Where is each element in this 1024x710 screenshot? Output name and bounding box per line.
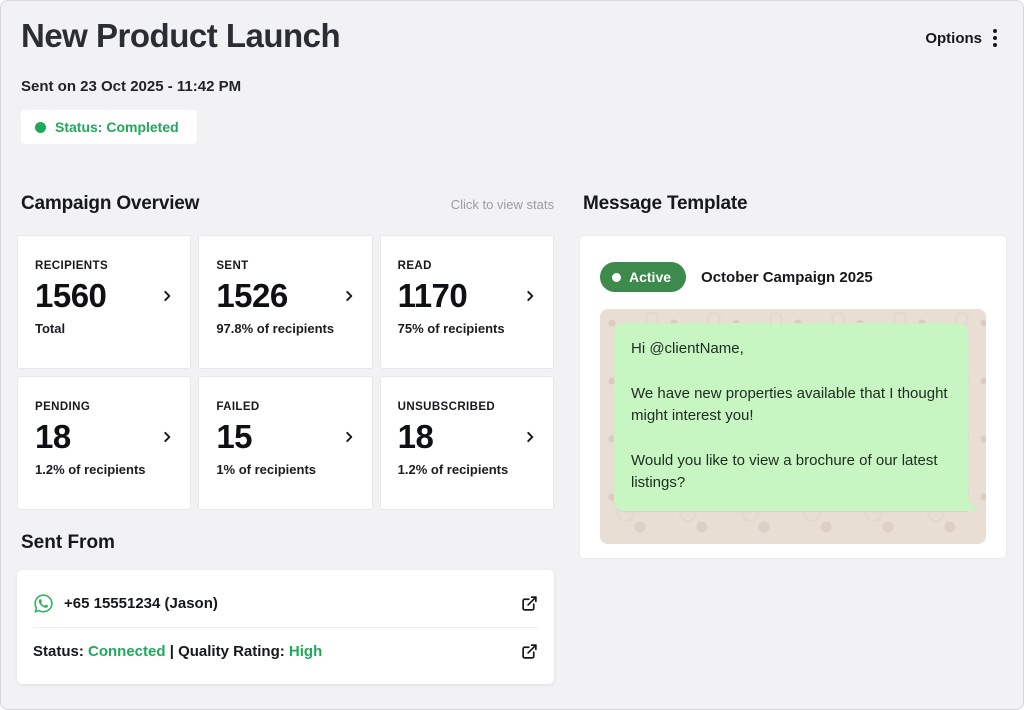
message-template-card: Active October Campaign 2025 Hi @clientN… xyxy=(579,235,1007,559)
stat-label: READ xyxy=(398,260,537,272)
quality-rating-value: High xyxy=(289,643,322,660)
stat-label: PENDING xyxy=(35,401,174,413)
stat-label: UNSUBSCRIBED xyxy=(398,401,537,413)
campaign-detail-page: New Product Launch Options Sent on 23 Oc… xyxy=(0,0,1024,710)
message-paragraph: Would you like to view a brochure of our… xyxy=(631,450,951,495)
chevron-right-icon xyxy=(342,430,356,444)
message-bubble: Hi @clientName, We have new properties a… xyxy=(614,323,968,511)
sent-from-title: Sent From xyxy=(17,532,554,554)
chevron-right-icon xyxy=(342,289,356,303)
stat-label: RECIPIENTS xyxy=(35,260,174,272)
status-badge: Status: Completed xyxy=(21,110,197,144)
status-dot-icon xyxy=(35,122,46,133)
stat-card-pending[interactable]: PENDING 18 1.2% of recipients xyxy=(17,376,191,510)
sender-row: +65 15551234 (Jason) xyxy=(33,579,538,627)
message-template-header: Message Template xyxy=(579,193,1007,221)
sender-phone: +65 15551234 (Jason) xyxy=(64,595,218,612)
kebab-menu-icon[interactable] xyxy=(991,27,999,49)
whatsapp-chat-preview: Hi @clientName, We have new properties a… xyxy=(600,309,986,544)
options-button[interactable]: Options xyxy=(925,27,999,49)
stat-card-unsubscribed[interactable]: UNSUBSCRIBED 18 1.2% of recipients xyxy=(380,376,554,510)
click-to-view-stats-hint: Click to view stats xyxy=(451,197,554,212)
stat-value: 15 xyxy=(216,418,252,456)
campaign-overview-header: Campaign Overview Click to view stats xyxy=(17,193,554,221)
active-dot-icon xyxy=(612,273,621,282)
chevron-right-icon xyxy=(160,289,174,303)
stat-caption: 1.2% of recipients xyxy=(398,462,537,477)
active-badge-label: Active xyxy=(629,269,671,285)
stats-grid: RECIPIENTS 1560 Total SENT 1526 97.8% of… xyxy=(17,235,554,510)
stat-card-sent[interactable]: SENT 1526 97.8% of recipients xyxy=(198,235,372,369)
sender-status-row: Status: Connected | Quality Rating: High xyxy=(33,627,538,675)
active-badge: Active xyxy=(600,262,686,292)
stat-value: 1526 xyxy=(216,277,287,315)
stat-card-recipients[interactable]: RECIPIENTS 1560 Total xyxy=(17,235,191,369)
stat-card-read[interactable]: READ 1170 75% of recipients xyxy=(380,235,554,369)
stat-label: SENT xyxy=(216,260,355,272)
chevron-right-icon xyxy=(523,289,537,303)
stat-caption: 97.8% of recipients xyxy=(216,321,355,336)
stat-caption: Total xyxy=(35,321,174,336)
status-badge-label: Status: Completed xyxy=(55,119,179,135)
stat-value: 18 xyxy=(398,418,434,456)
sender-status-text: Status: Connected | Quality Rating: High xyxy=(33,643,322,660)
stat-caption: 1.2% of recipients xyxy=(35,462,174,477)
stat-label: FAILED xyxy=(216,401,355,413)
stat-caption: 1% of recipients xyxy=(216,462,355,477)
stat-value: 1170 xyxy=(398,277,468,315)
sent-from-card: +65 15551234 (Jason) Status: Connected |… xyxy=(17,570,554,684)
whatsapp-icon xyxy=(33,593,54,614)
main-content: Campaign Overview Click to view stats RE… xyxy=(1,144,1023,684)
stat-value: 18 xyxy=(35,418,71,456)
left-column: Campaign Overview Click to view stats RE… xyxy=(17,193,554,684)
right-column: Message Template Active October Campaign… xyxy=(579,193,1007,684)
chevron-right-icon xyxy=(160,430,174,444)
campaign-overview-title: Campaign Overview xyxy=(21,193,199,215)
status-connected-value: Connected xyxy=(88,643,166,660)
external-link-icon[interactable] xyxy=(521,643,538,660)
options-label: Options xyxy=(925,30,982,47)
stat-value: 1560 xyxy=(35,277,106,315)
template-name: October Campaign 2025 xyxy=(701,269,873,286)
message-paragraph: Hi @clientName, xyxy=(631,338,951,361)
stat-card-failed[interactable]: FAILED 15 1% of recipients xyxy=(198,376,372,510)
stat-caption: 75% of recipients xyxy=(398,321,537,336)
external-link-icon[interactable] xyxy=(521,595,538,612)
message-paragraph: We have new properties available that I … xyxy=(631,383,951,428)
sent-on-text: Sent on 23 Oct 2025 - 11:42 PM xyxy=(1,78,1023,95)
chevron-right-icon xyxy=(523,430,537,444)
page-header: New Product Launch Options xyxy=(1,1,1023,55)
message-template-title: Message Template xyxy=(583,193,747,215)
page-title: New Product Launch xyxy=(21,17,340,55)
